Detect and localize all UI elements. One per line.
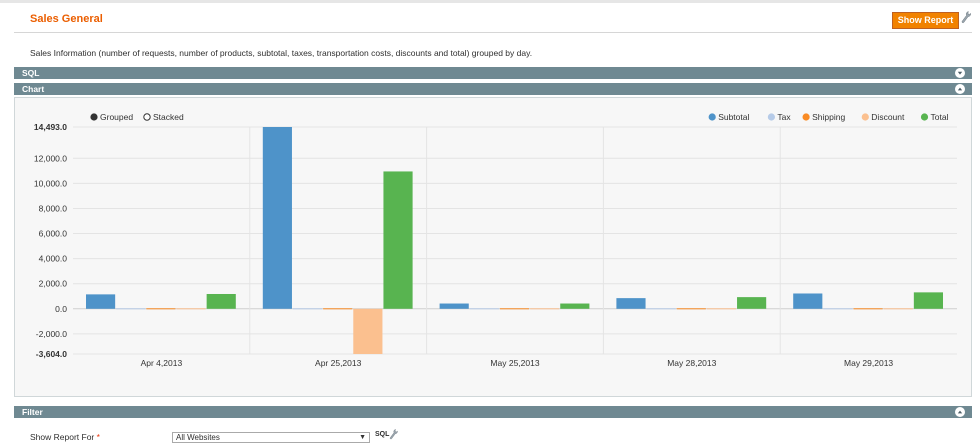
grouped-label: Grouped <box>100 112 133 122</box>
bar-total-4[interactable] <box>913 292 943 309</box>
filter-section-label: Filter <box>22 407 43 417</box>
legend-shipping-swatch[interactable] <box>802 113 810 121</box>
y-tick-label: -2,000.0 <box>36 329 67 339</box>
bar-tax-2[interactable] <box>469 308 499 310</box>
bar-shipping-3[interactable] <box>676 308 706 310</box>
bar-shipping-0[interactable] <box>146 308 176 310</box>
bar-subtotal-4[interactable] <box>793 293 823 309</box>
top-border <box>0 0 980 3</box>
bar-discount-0[interactable] <box>176 308 206 310</box>
chart-section-header[interactable]: Chart <box>14 83 972 95</box>
y-tick-label: 6,000.0 <box>39 229 68 239</box>
y-tick-label: 0.0 <box>55 304 67 314</box>
legend-shipping-label[interactable]: Shipping <box>812 112 845 122</box>
bar-shipping-1[interactable] <box>323 308 353 310</box>
bar-tax-0[interactable] <box>116 308 146 310</box>
bar-discount-4[interactable] <box>883 308 913 310</box>
wrench-icon[interactable] <box>389 429 398 440</box>
show-report-for-label: Show Report For * <box>30 432 100 442</box>
grouped-radio-icon[interactable] <box>90 113 98 121</box>
legend-subtotal-swatch[interactable] <box>708 113 716 121</box>
bar-subtotal-1[interactable] <box>262 127 292 309</box>
show-report-button[interactable]: Show Report <box>892 12 959 29</box>
chart-panel: 14,493.0 12,000.0 10,000.0 8,000.0 6,000.0 4,… <box>14 97 972 397</box>
y-tick-label: 12,000.0 <box>34 153 67 163</box>
bar-shipping-4[interactable] <box>853 308 883 310</box>
bar-tax-1[interactable] <box>292 308 323 310</box>
legend-tax-label[interactable]: Tax <box>777 112 791 122</box>
website-select[interactable]: All Websites ▼ <box>172 432 370 443</box>
chart-mode-toggle[interactable]: Grouped Stacked <box>90 112 184 122</box>
y-tick-label: 14,493.0 <box>34 122 67 132</box>
sql-section-header[interactable]: SQL <box>14 67 972 79</box>
title-divider <box>14 32 972 33</box>
report-description: Sales Information (number of requests, n… <box>30 48 533 58</box>
bar-subtotal-2[interactable] <box>439 303 469 309</box>
y-tick-label: -3,604.0 <box>36 349 67 359</box>
y-tick-label: 2,000.0 <box>39 279 68 289</box>
chart-section-label: Chart <box>22 84 45 94</box>
sales-chart: 14,493.0 12,000.0 10,000.0 8,000.0 6,000.0 4,… <box>34 112 957 368</box>
chart-legend: Subtotal Tax Shipping Discount Total <box>708 112 949 122</box>
stacked-radio-icon[interactable] <box>143 113 151 121</box>
x-tick-label: May 28,2013 <box>667 358 716 368</box>
required-mark: * <box>96 432 100 442</box>
x-tick-label: Apr 25,2013 <box>315 358 362 368</box>
bar-tax-4[interactable] <box>823 308 853 310</box>
y-tick-label: 10,000.0 <box>34 178 67 188</box>
bar-total-3[interactable] <box>737 297 767 309</box>
wrench-icon[interactable] <box>961 11 971 24</box>
show-report-for-text: Show Report For <box>30 432 95 442</box>
sql-section-label: SQL <box>22 68 40 78</box>
legend-discount-label[interactable]: Discount <box>871 112 905 122</box>
y-tick-label: 4,000.0 <box>39 254 68 264</box>
chevron-down-icon: ▼ <box>359 434 366 441</box>
x-tick-label: May 25,2013 <box>490 358 539 368</box>
legend-subtotal-label[interactable]: Subtotal <box>718 112 749 122</box>
bar-total-1[interactable] <box>383 171 413 309</box>
bar-discount-2[interactable] <box>530 308 560 310</box>
page-title: Sales General <box>30 13 103 25</box>
bar-discount-1[interactable] <box>353 308 383 354</box>
bar-tax-3[interactable] <box>646 308 676 310</box>
x-tick-label: May 29,2013 <box>844 358 893 368</box>
stacked-label: Stacked <box>153 112 184 122</box>
legend-total-swatch[interactable] <box>920 113 929 121</box>
bar-discount-3[interactable] <box>706 308 737 310</box>
legend-tax-swatch[interactable] <box>767 113 776 121</box>
x-tick-label: Apr 4,2013 <box>141 358 183 368</box>
bar-shipping-2[interactable] <box>499 308 530 310</box>
collapse-icon[interactable] <box>955 84 965 94</box>
expand-icon[interactable] <box>955 68 965 78</box>
legend-total-label[interactable]: Total <box>931 112 949 122</box>
sql-link[interactable]: SQL <box>375 431 389 438</box>
bar-subtotal-0[interactable] <box>86 294 116 309</box>
bar-total-2[interactable] <box>560 303 590 309</box>
y-tick-label: 8,000.0 <box>39 203 68 213</box>
bar-total-0[interactable] <box>206 293 236 309</box>
filter-section-header[interactable]: Filter <box>14 406 972 418</box>
website-select-value: All Websites <box>176 433 220 442</box>
collapse-icon[interactable] <box>955 407 965 417</box>
bar-subtotal-3[interactable] <box>616 298 646 309</box>
legend-discount-swatch[interactable] <box>861 113 869 121</box>
